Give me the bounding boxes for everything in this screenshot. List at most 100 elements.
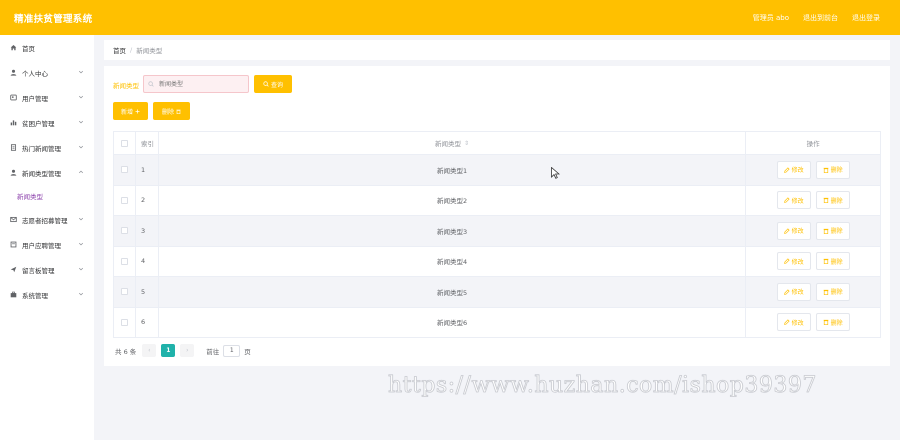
sidebar-item-volunteer-recruitment-management[interactable]: 志愿者招募管理 (0, 207, 94, 232)
sidebar: 首页 个人中心 用户管理 贫困户管理 热门新闻管理 新闻类型管理 新闻类型 志愿… (0, 35, 94, 440)
delete-button[interactable]: 删除 (815, 313, 850, 332)
delete-button-label: 删除 (830, 319, 843, 327)
trash-icon (823, 198, 828, 204)
edit-button-label: 修改 (791, 319, 804, 327)
chevron-down-icon (78, 94, 84, 100)
table-header-row: 索引 新闻类型 ⇕ 操作 (114, 132, 882, 155)
goto-suffix: 页 (244, 347, 251, 356)
row-checkbox[interactable] (120, 227, 128, 235)
trash-icon (823, 289, 828, 295)
sidebar-item-news-type-management[interactable]: 新闻类型管理 (0, 160, 94, 185)
pagination-total: 共 6 条 (115, 347, 137, 356)
sidebar-item-label: 留言板管理 (22, 266, 55, 275)
sidebar-item-message-board-management[interactable]: 留言板管理 (0, 257, 94, 282)
row-checkbox[interactable] (120, 196, 128, 204)
page-number-current[interactable]: 1 (161, 344, 176, 357)
sort-icon[interactable]: ⇕ (464, 140, 469, 147)
logout-link[interactable]: 退出登录 (852, 13, 880, 23)
row-operations: 修改 删除 (746, 307, 882, 337)
select-all-checkbox[interactable] (120, 139, 128, 147)
chevron-down-icon (78, 241, 84, 247)
search-button[interactable]: 查询 (254, 75, 292, 93)
edit-button[interactable]: 修改 (776, 221, 811, 240)
goto-page-input[interactable] (223, 344, 241, 357)
edit-button-label: 修改 (791, 289, 804, 297)
trash-icon (176, 109, 181, 114)
breadcrumb-home[interactable]: 首页 (113, 45, 126, 55)
row-checkbox-cell (114, 246, 136, 276)
edit-button[interactable]: 修改 (776, 191, 811, 210)
table-row: 5 新闻类型5 修改 删除 (114, 277, 882, 308)
row-operations: 修改 删除 (746, 155, 882, 185)
prev-page-button[interactable]: ‹ (142, 344, 157, 357)
exit-to-frontend-link[interactable]: 退出到前台 (803, 13, 838, 23)
row-checkbox-cell (114, 155, 136, 185)
delete-button[interactable]: 删除 (815, 221, 850, 240)
breadcrumb-separator: / (130, 46, 133, 54)
chevron-down-icon (78, 69, 84, 75)
sidebar-item-poor-household-management[interactable]: 贫困户管理 (0, 110, 94, 135)
edit-button[interactable]: 修改 (776, 282, 811, 301)
briefcase-icon (10, 291, 17, 298)
edit-icon (783, 197, 790, 204)
row-operations: 修改 删除 (746, 216, 882, 246)
row-checkbox-cell (114, 307, 136, 337)
row-news-type: 新闻类型1 (159, 155, 747, 185)
add-button-label: 新增 (120, 108, 133, 116)
sidebar-item-home[interactable]: 首页 (0, 35, 94, 60)
row-checkbox[interactable] (120, 318, 128, 326)
table-row: 3 新闻类型3 修改 删除 (114, 216, 882, 247)
delete-button[interactable]: 删除 (815, 160, 850, 179)
sidebar-item-user-application-management[interactable]: 用户应聘管理 (0, 232, 94, 257)
add-button[interactable]: 新增 (113, 102, 148, 120)
row-checkbox[interactable] (120, 166, 128, 174)
delete-button-label: 删除 (830, 289, 843, 297)
next-page-button[interactable]: › (180, 344, 195, 357)
sidebar-item-system-management[interactable]: 系统管理 (0, 282, 94, 307)
row-news-type: 新闻类型4 (159, 246, 747, 276)
row-operations: 修改 删除 (746, 185, 882, 215)
sidebar-item-user-management[interactable]: 用户管理 (0, 85, 94, 110)
sidebar-item-personal-center[interactable]: 个人中心 (0, 60, 94, 85)
edit-icon (783, 258, 790, 265)
goto-label: 前往 (206, 347, 220, 356)
row-checkbox-cell (114, 185, 136, 215)
bar-chart-icon (10, 119, 17, 126)
edit-icon (783, 228, 790, 234)
table-row: 6 新闻类型6 修改 删除 (114, 307, 882, 338)
delete-button[interactable]: 删除 (815, 282, 850, 301)
delete-button-label: 删除 (830, 167, 843, 175)
batch-delete-button[interactable]: 删除 (153, 102, 190, 120)
sidebar-item-label: 热门新闻管理 (22, 144, 61, 153)
mail-icon (10, 216, 17, 223)
row-news-type: 新闻类型2 (159, 185, 747, 215)
row-index: 2 (136, 185, 159, 215)
trash-icon (823, 259, 828, 265)
admin-user-link[interactable]: 管理员 abo (753, 13, 789, 23)
sidebar-item-label: 系统管理 (22, 291, 48, 300)
home-icon (10, 44, 17, 51)
delete-button[interactable]: 删除 (815, 252, 850, 271)
sidebar-item-hot-news-management[interactable]: 热门新闻管理 (0, 135, 94, 160)
header-news-type[interactable]: 新闻类型 ⇕ (159, 132, 747, 154)
news-type-table: 索引 新闻类型 ⇕ 操作 1 新闻类型1 修改 删除 2 新闻类型2 修改 删除 3 新闻类型3 修改… (113, 131, 882, 338)
row-checkbox-cell (114, 216, 136, 246)
sidebar-item-label: 志愿者招募管理 (22, 216, 68, 225)
sidebar-subitem-news-type[interactable]: 新闻类型 (0, 185, 94, 207)
row-operations: 修改 删除 (746, 277, 882, 307)
chevron-down-icon (78, 291, 84, 297)
row-checkbox[interactable] (120, 288, 128, 296)
delete-button-label: 删除 (830, 258, 843, 266)
search-button-label: 查询 (270, 81, 283, 89)
row-checkbox[interactable] (120, 257, 128, 265)
delete-button-label: 删除 (830, 197, 843, 205)
search-input[interactable] (143, 75, 249, 93)
edit-button[interactable]: 修改 (776, 160, 811, 179)
row-news-type: 新闻类型6 (159, 307, 747, 337)
user-icon (10, 169, 17, 176)
delete-button[interactable]: 删除 (815, 191, 850, 210)
edit-button[interactable]: 修改 (776, 252, 811, 271)
edit-button[interactable]: 修改 (776, 313, 811, 332)
sidebar-item-label: 个人中心 (22, 69, 48, 78)
users-icon (10, 94, 17, 101)
